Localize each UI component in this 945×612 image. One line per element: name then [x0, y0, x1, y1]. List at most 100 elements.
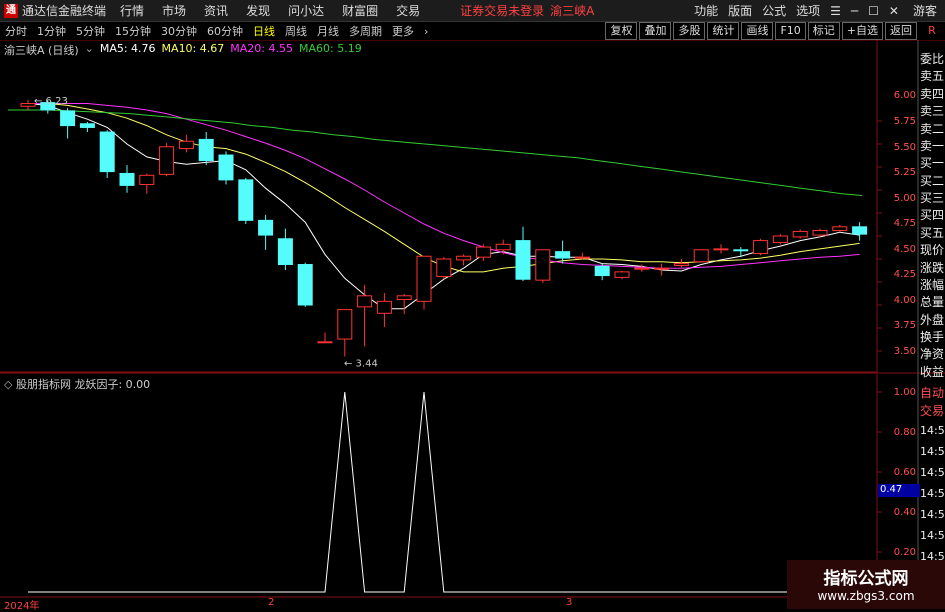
side-item-5[interactable]: 卖一 [919, 137, 945, 154]
side-item-12[interactable]: 涨跌 [919, 259, 945, 276]
candle-body-down [218, 154, 234, 181]
indicator-tick-label: 1.00 [893, 387, 916, 398]
time-entry: 14:56 [920, 529, 945, 542]
candle-body-up [654, 267, 670, 270]
date-label-2024: 2024年 [4, 601, 40, 612]
candle-body-up [317, 341, 333, 344]
side-item-0[interactable]: 委比 [919, 50, 945, 67]
side-item-13[interactable]: 涨幅 [919, 276, 945, 293]
side-item-9[interactable]: 买四 [919, 206, 945, 223]
indicator-tick-label: 0.60 [893, 467, 916, 478]
ma-line-ma60 [8, 109, 863, 196]
candle-body-up [159, 146, 175, 175]
date-axis: 2024年 2 3 [0, 597, 878, 612]
candle-body-down [60, 110, 76, 127]
time-entry: 14:56 [920, 508, 945, 521]
candle-body-up [574, 256, 590, 259]
candle-body-down [99, 131, 115, 173]
indicator-line [28, 391, 860, 593]
side-item-11[interactable]: 现价 [919, 241, 945, 258]
price-tick-label: 4.50 [893, 244, 916, 255]
side-item-3[interactable]: 卖三 [919, 102, 945, 119]
price-tick-label: 4.25 [893, 269, 916, 280]
candle-body-up [456, 255, 472, 261]
price-tick-label: 6.00 [893, 90, 916, 101]
time-entry: 14:56 [920, 466, 945, 479]
candle-body-down [555, 251, 571, 259]
watermark: 指标公式网 www.zbgs3.com [787, 560, 945, 609]
price-tick-label: 5.00 [893, 193, 916, 204]
candle-body-up [812, 229, 828, 236]
candle-body-up [495, 243, 511, 251]
ma-line-ma10 [28, 103, 860, 273]
indicator-title: ◇ 股朋指标网 龙妖因子: 0.00 [4, 378, 151, 391]
side-item-1[interactable]: 卖五 [919, 67, 945, 84]
price-tick-label: 4.00 [893, 295, 916, 306]
price-tick-label: 3.75 [893, 320, 916, 331]
candle-body-down [119, 172, 135, 186]
time-entry: 14:56 [920, 487, 945, 500]
price-tick-label: 5.50 [893, 142, 916, 153]
side-item-15[interactable]: 外盘 [919, 311, 945, 328]
indicator-toggle-icon[interactable]: ◇ [4, 378, 12, 391]
candle-body-up [475, 246, 491, 258]
candle-body-down [852, 226, 868, 235]
candle-body-down [297, 264, 313, 306]
side-item-20[interactable]: 交易 [919, 402, 945, 419]
time-entry: 14:56 [920, 424, 945, 437]
candle-body-down [238, 179, 254, 221]
candle-body-up [416, 255, 432, 302]
side-item-8[interactable]: 买三 [919, 189, 945, 206]
indicator-tick-label: 0.20 [893, 547, 916, 558]
candle-body-up [396, 295, 412, 300]
candle-body-up [753, 240, 769, 254]
side-item-14[interactable]: 总量 [919, 293, 945, 310]
price-tick-label: 3.50 [893, 346, 916, 357]
date-label-feb: 2 [268, 597, 275, 608]
candle-body-up [673, 263, 689, 266]
side-item-6[interactable]: 买一 [919, 154, 945, 171]
candle-body-up [614, 271, 630, 278]
watermark-url: www.zbgs3.com [817, 589, 915, 603]
side-item-18[interactable]: 收益 [919, 363, 945, 380]
candle-body-up [436, 258, 452, 277]
watermark-title: 指标公式网 [823, 569, 909, 589]
candle-body-up [792, 230, 808, 238]
side-item-17[interactable]: 净资 [919, 345, 945, 362]
side-item-7[interactable]: 买二 [919, 172, 945, 189]
candle-body-up [772, 235, 788, 243]
candle-body-up [693, 249, 709, 263]
side-item-2[interactable]: 卖四 [919, 85, 945, 102]
high-annotation: ← 6.23 [34, 96, 68, 107]
price-tick-label: 5.25 [893, 167, 916, 178]
price-tick-label: 4.75 [893, 218, 916, 229]
low-annotation: ← 3.44 [344, 359, 378, 370]
candle-body-up [634, 267, 650, 270]
candle-body-down [258, 219, 274, 236]
price-tick-label: 5.75 [893, 116, 916, 127]
side-item-10[interactable]: 买五 [919, 224, 945, 241]
candle-body-up [832, 226, 848, 231]
side-item-19[interactable]: 自动 [919, 384, 945, 401]
candle-body-down [79, 123, 95, 128]
candle-body-down [594, 265, 610, 277]
candle-body-down [277, 238, 293, 266]
candle-body-up [20, 103, 36, 107]
kline-chart[interactable]: ← 6.23 ← 3.44 [0, 0, 945, 609]
candle-body-up [376, 300, 392, 314]
candle-body-up [713, 248, 729, 251]
candle-body-up [357, 295, 373, 308]
candle-body-up [178, 140, 194, 150]
indicator-tick-label: 0.40 [893, 507, 916, 518]
candle-body-down [515, 240, 531, 280]
candle-body-down [733, 249, 749, 252]
date-label-mar: 3 [566, 597, 573, 608]
candle-body-up [535, 249, 551, 281]
side-item-16[interactable]: 换手 [919, 328, 945, 345]
candle-body-down [198, 138, 214, 162]
side-item-4[interactable]: 卖二 [919, 120, 945, 137]
candle-body-up [139, 174, 155, 185]
indicator-tick-label: 0.80 [893, 427, 916, 438]
candle-body-up [337, 309, 353, 340]
indicator-current-value: 0.47 [878, 484, 920, 497]
